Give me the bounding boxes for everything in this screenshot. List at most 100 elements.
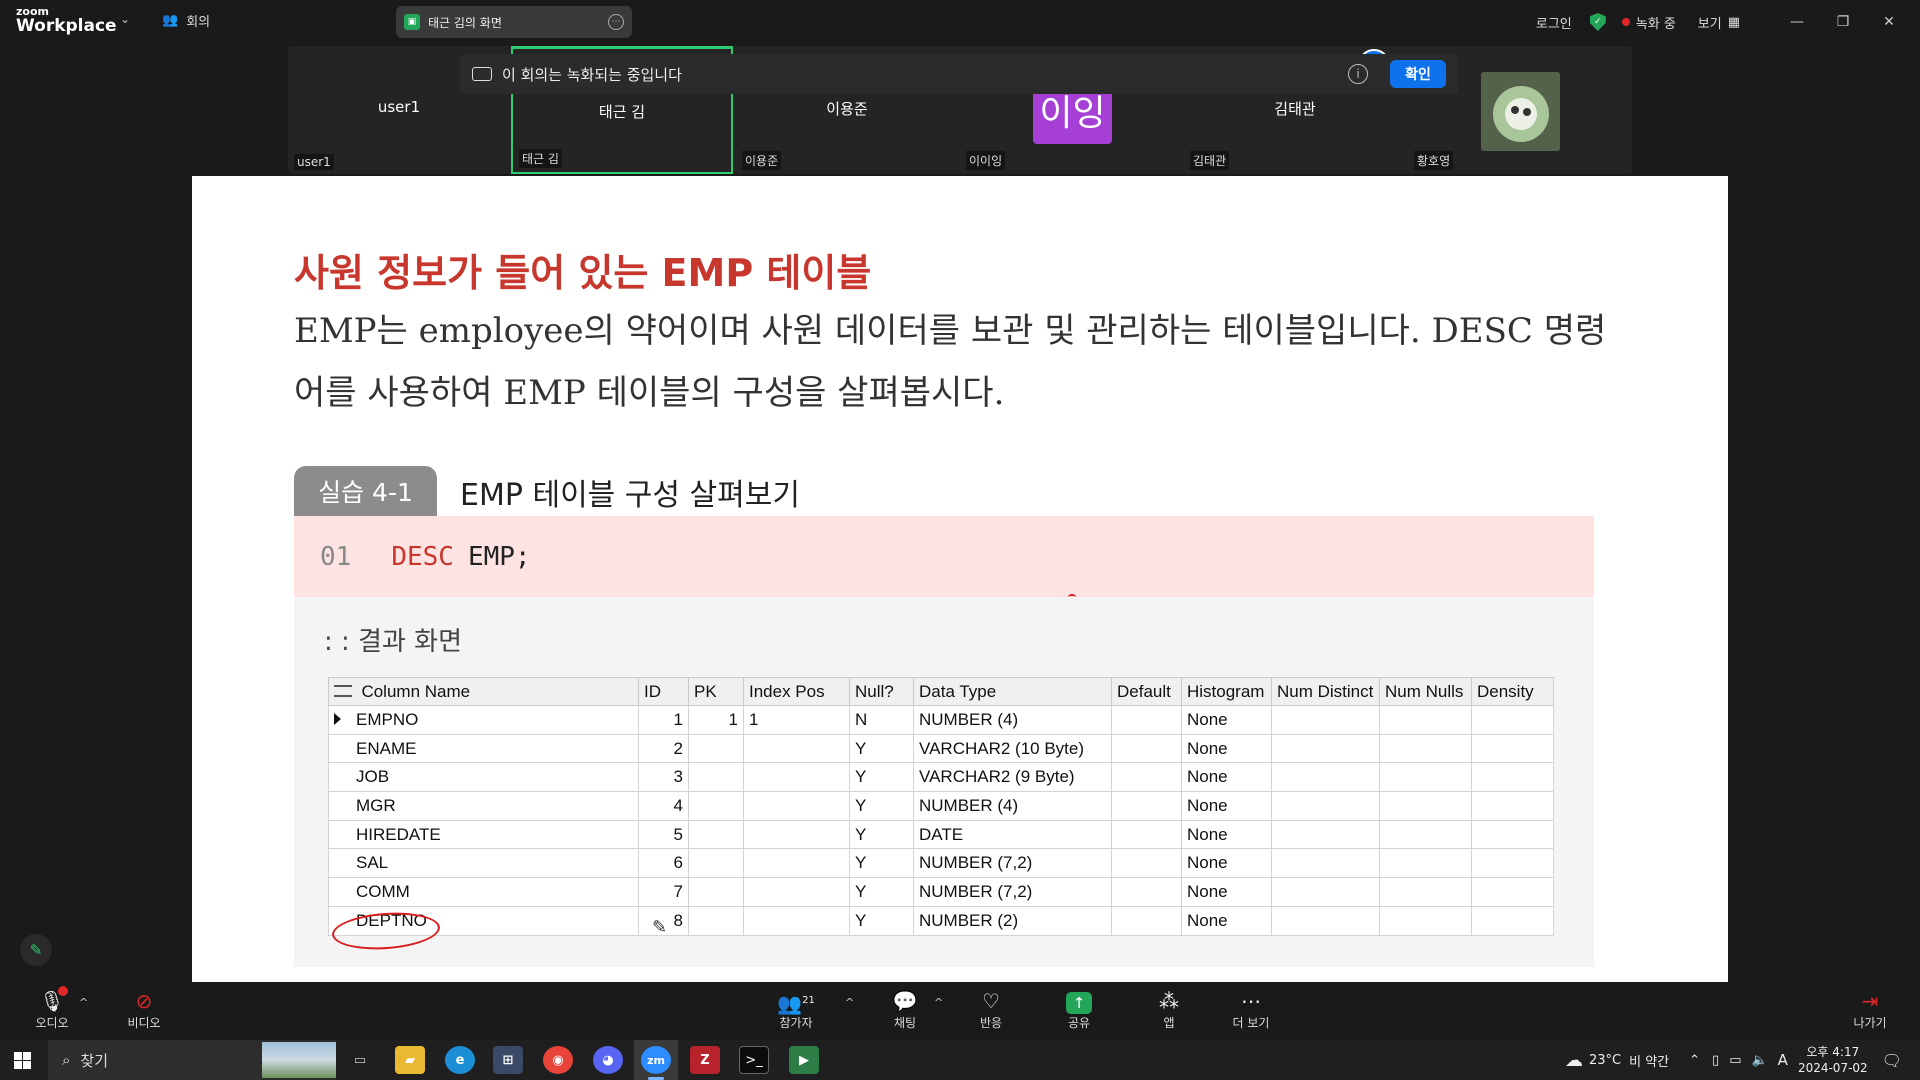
show-hidden-icons-icon[interactable]: ⌃	[1689, 1053, 1700, 1068]
leave-button[interactable]: ⇥ 나가기	[1834, 988, 1906, 1031]
chrome-icon[interactable]: ◉	[543, 1046, 573, 1074]
close-icon[interactable]: ✕	[1866, 14, 1912, 30]
table-cell: None	[1181, 733, 1272, 764]
slide-title: 사원 정보가 들어 있는 EMP 테이블	[294, 251, 872, 295]
column-header: Data Type	[913, 677, 1112, 706]
more-button[interactable]: ⋯ 더 보기	[1215, 988, 1287, 1031]
table-row: SAL 6 Y NUMBER (7,2) None	[328, 848, 1554, 879]
column-name-cell: COMM	[328, 877, 639, 907]
table-cell: 6	[638, 848, 689, 879]
video-label: 비디오	[127, 1016, 161, 1030]
network-icon[interactable]: ▭	[1729, 1053, 1741, 1068]
result-panel: : : 결과 화면 Column Name ID PK Index Pos Nu…	[294, 597, 1594, 967]
table-cell	[688, 877, 744, 907]
taskbar-search[interactable]: ⌕ 찾기	[48, 1040, 336, 1080]
filezilla-icon[interactable]: Z	[690, 1046, 720, 1074]
recording-dot-icon	[1621, 18, 1630, 26]
recording-label: 녹화 중	[1635, 16, 1676, 32]
more-icon: ⋯	[1241, 989, 1261, 1013]
table-cell: None	[1181, 877, 1272, 907]
login-label: 로그인	[1535, 16, 1572, 32]
task-view-icon[interactable]: ▭	[345, 1046, 375, 1074]
table-cell: NUMBER (4)	[913, 791, 1112, 821]
view-button[interactable]: 보기 ▦	[1698, 13, 1740, 32]
participants-button[interactable]: 👥21 참가자	[760, 988, 832, 1031]
table-row: JOB 3 Y VARCHAR2 (9 Byte) None	[328, 762, 1554, 793]
lab-title: EMP 테이블 구성 살펴보기	[460, 478, 800, 513]
file-explorer-icon[interactable]: ▰	[395, 1046, 425, 1074]
security-shield-icon[interactable]: ✓	[1589, 13, 1606, 31]
table-cell	[1379, 877, 1472, 907]
table-cell: Y	[849, 848, 914, 879]
cell-text: HIREDATE	[356, 824, 441, 844]
store-icon[interactable]: ⊞	[493, 1046, 523, 1074]
table-cell: Y	[849, 733, 914, 764]
more-options-icon[interactable]: ···	[608, 14, 624, 30]
info-icon[interactable]: i	[1348, 64, 1368, 84]
media-app-icon[interactable]: ▶	[789, 1046, 819, 1074]
weather-desc[interactable]: 비 약간	[1629, 1051, 1669, 1070]
audio-button[interactable]: 🎙 오디오	[16, 986, 88, 1031]
confirm-button[interactable]: 확인	[1390, 60, 1446, 88]
reactions-button[interactable]: ♡ 반응	[955, 988, 1027, 1031]
recording-status[interactable]: 녹화 중	[1621, 13, 1676, 32]
notifications-icon[interactable]: 🗨	[1882, 1051, 1902, 1070]
battery-icon[interactable]: ▯	[1712, 1053, 1719, 1068]
ime-indicator[interactable]: A	[1778, 1051, 1788, 1069]
windows-start-icon[interactable]	[14, 1052, 31, 1069]
cell-text: EMPNO	[356, 709, 419, 729]
terminal-icon[interactable]: >_	[739, 1046, 769, 1074]
table-cell	[1111, 877, 1182, 907]
audio-options-caret[interactable]: ^	[79, 996, 88, 1009]
table-cell: NUMBER (7,2)	[913, 848, 1112, 879]
chat-button[interactable]: 💬 채팅	[869, 988, 941, 1031]
microphone-icon: 🎙	[16, 986, 88, 1014]
edge-browser-icon[interactable]: e	[445, 1046, 475, 1074]
table-cell: Y	[849, 819, 914, 850]
table-cell	[688, 848, 744, 879]
participants-options-caret[interactable]: ^	[845, 996, 854, 1009]
screen-share-tab[interactable]: ▣ 태근 김의 화면 ···	[396, 6, 632, 38]
video-button[interactable]: ⊘ 비디오	[108, 988, 180, 1031]
search-label: 찾기	[80, 1051, 109, 1070]
table-cell: Y	[849, 762, 914, 793]
chevron-down-icon[interactable]: ⌄	[120, 12, 130, 26]
table-cell	[1471, 877, 1554, 907]
column-header: Index Pos	[743, 677, 850, 706]
avatar: 이잉	[1033, 86, 1112, 144]
table-cell: None	[1181, 705, 1272, 735]
zoom-icon[interactable]: zm	[641, 1046, 671, 1074]
table-cell: 1	[688, 705, 744, 735]
table-cell: VARCHAR2 (9 Byte)	[913, 762, 1112, 793]
cell-text: JOB	[356, 767, 390, 787]
restore-icon[interactable]: ❐	[1820, 14, 1866, 30]
apps-button[interactable]: ⁂ 앱	[1133, 988, 1205, 1031]
meeting-button[interactable]: 👥 회의	[162, 11, 210, 30]
table-cell	[1471, 762, 1554, 793]
table-cell	[688, 791, 744, 821]
weather-cloud-icon[interactable]: ☁	[1565, 1050, 1583, 1071]
chat-options-caret[interactable]: ^	[934, 996, 943, 1009]
weather-temp[interactable]: 23°C	[1589, 1053, 1621, 1068]
participants-icon: 👥21	[777, 991, 815, 1016]
annotate-pencil-icon[interactable]: ✎	[20, 934, 52, 966]
discord-icon[interactable]: ◕	[593, 1046, 623, 1074]
participant-label: 태근 김	[519, 149, 562, 168]
table-cell	[743, 905, 850, 936]
column-name-cell: HIREDATE	[328, 819, 639, 850]
zoom-logo[interactable]: zoom Workplace	[16, 6, 117, 35]
participant-label: 황호영	[1414, 151, 1454, 170]
table-row: EMPNO 1 1 1 N NUMBER (4) None	[328, 705, 1554, 735]
table-cell	[1379, 733, 1472, 764]
volume-icon[interactable]: 🔈	[1751, 1053, 1767, 1068]
clock[interactable]: 오후 4:17 2024-07-02	[1798, 1044, 1868, 1076]
minimize-icon[interactable]: —	[1774, 14, 1820, 30]
table-cell	[1111, 905, 1182, 936]
column-header: PK	[688, 677, 744, 706]
share-button[interactable]: ↑ 공유	[1043, 988, 1115, 1031]
login-link[interactable]: 로그인	[1536, 13, 1572, 32]
table-cell	[1111, 819, 1182, 850]
participant-name: 태근 김	[598, 103, 646, 121]
code-block: 01 DESC EMP;	[294, 516, 1594, 597]
clock-time: 오후 4:17	[1806, 1045, 1860, 1059]
